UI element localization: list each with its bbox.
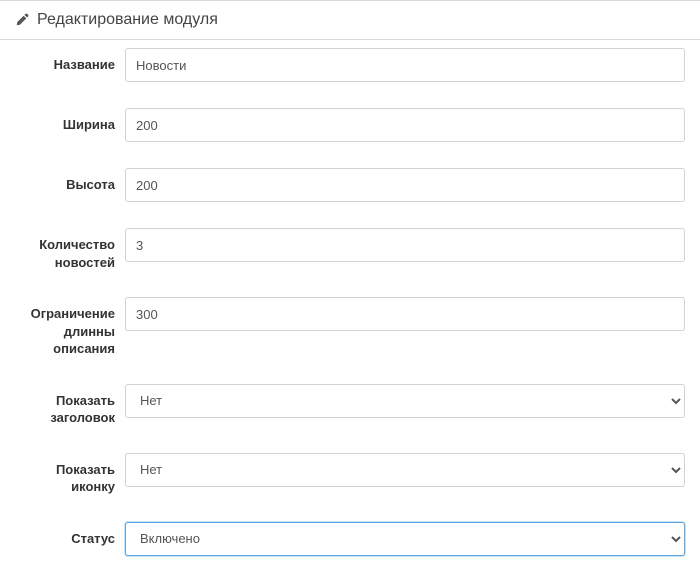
label-status: Статус	[15, 522, 125, 548]
input-desc-limit[interactable]	[125, 297, 685, 331]
label-show-icon: Показать иконку	[15, 453, 125, 496]
input-news-count[interactable]	[125, 228, 685, 262]
label-news-count: Количество новостей	[15, 228, 125, 271]
select-status[interactable]: Включено	[125, 522, 685, 556]
panel-header: Редактирование модуля	[0, 1, 700, 39]
row-news-count: Количество новостей	[15, 228, 685, 271]
input-width[interactable]	[125, 108, 685, 142]
label-desc-limit: Ограничение длинны описания	[15, 297, 125, 358]
panel-body: Название Ширина Высота Количество новост…	[0, 39, 700, 556]
label-name: Название	[15, 48, 125, 74]
row-height: Высота	[15, 168, 685, 202]
label-width: Ширина	[15, 108, 125, 134]
panel-title: Редактирование модуля	[37, 11, 218, 29]
row-show-title: Показать заголовок Нет	[15, 384, 685, 427]
row-desc-limit: Ограничение длинны описания	[15, 297, 685, 358]
row-show-icon: Показать иконку Нет	[15, 453, 685, 496]
input-name[interactable]	[125, 48, 685, 82]
label-show-title: Показать заголовок	[15, 384, 125, 427]
input-height[interactable]	[125, 168, 685, 202]
row-status: Статус Включено	[15, 522, 685, 556]
row-name: Название	[15, 48, 685, 82]
select-show-title[interactable]: Нет	[125, 384, 685, 418]
module-edit-panel: Редактирование модуля Название Ширина Вы…	[0, 0, 700, 556]
row-width: Ширина	[15, 108, 685, 142]
select-show-icon[interactable]: Нет	[125, 453, 685, 487]
pencil-icon	[15, 13, 29, 27]
label-height: Высота	[15, 168, 125, 194]
